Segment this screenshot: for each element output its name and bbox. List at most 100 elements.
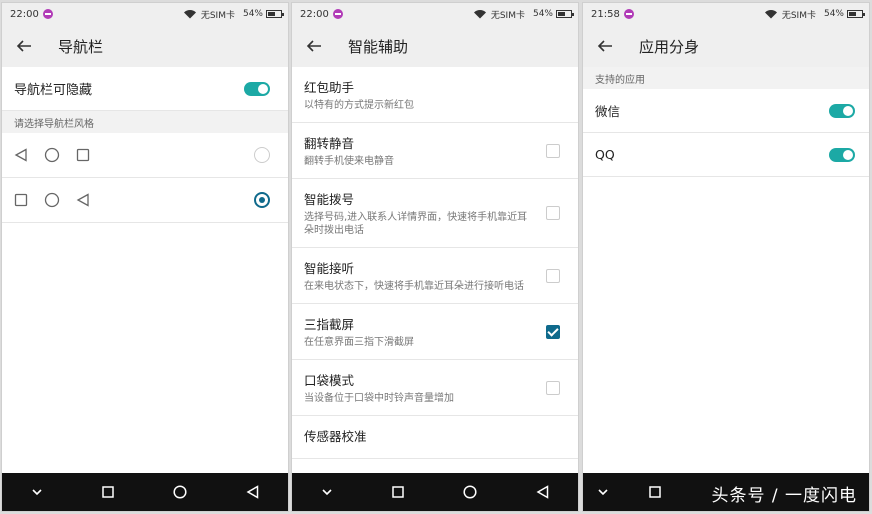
navbar-style-option-2[interactable] (2, 178, 288, 223)
battery-icon (556, 10, 574, 18)
settings-item-description: 当设备位于口袋中时铃声音量增加 (304, 393, 454, 404)
chevron-down-icon[interactable] (31, 486, 43, 498)
status-time: 22:00 (10, 8, 39, 20)
app-bar: 智能辅助 (292, 25, 578, 67)
home-button-icon[interactable] (463, 485, 477, 499)
chevron-down-icon[interactable] (597, 486, 609, 498)
settings-item-checkbox[interactable] (546, 143, 560, 158)
wifi-icon (764, 10, 777, 19)
recents-button-icon[interactable] (392, 486, 404, 498)
sim-status: 无SIM卡 (490, 10, 525, 21)
settings-item-checkbox[interactable] (546, 206, 560, 220)
watermark-text: 头条号 / 一度闪电 (711, 486, 857, 506)
settings-item-title: 智能接听 (304, 261, 355, 276)
settings-item[interactable]: 口袋模式当设备位于口袋中时铃声音量增加 (292, 360, 578, 416)
home-circle-icon (44, 192, 60, 208)
hide-navbar-toggle[interactable] (244, 81, 270, 96)
back-button-icon[interactable] (246, 485, 259, 499)
settings-item-texts: 智能接听在来电状态下，快速将手机靠近耳朵进行接听电话 (304, 258, 546, 293)
back-triangle-icon (76, 193, 89, 207)
page-title: 导航栏 (58, 37, 104, 56)
system-navbar (2, 473, 288, 511)
navbar-style-radio-2[interactable] (254, 192, 270, 208)
hide-navbar-label: 导航栏可隐藏 (14, 83, 93, 98)
page-title: 应用分身 (639, 37, 700, 56)
battery-icon (266, 10, 284, 18)
settings-item-description: 以特有的方式提示新红包 (304, 100, 414, 111)
settings-item-texts: 三指截屏 在任意界面三指下滑截屏 (304, 314, 546, 349)
back-button-icon[interactable] (536, 485, 549, 499)
back-arrow-icon[interactable] (597, 38, 613, 54)
battery-percent: 54% (532, 9, 553, 19)
settings-item-texts: 红包助手以特有的方式提示新红包 (304, 77, 566, 112)
recents-square-icon (14, 193, 28, 207)
notification-icon (623, 9, 634, 19)
clone-toggle-wechat[interactable] (829, 103, 855, 118)
battery-percent: 54% (823, 9, 844, 19)
screenshot-collage: 22:00 无SIM卡 54% 导航栏 导航栏可隐藏 请选择导航栏风格 22:0… (0, 0, 872, 514)
app-bar: 导航栏 (2, 25, 288, 67)
settings-item-title: 翻转静音 (304, 136, 355, 151)
settings-item-checkbox[interactable] (546, 324, 560, 339)
recents-button-icon[interactable] (649, 486, 661, 498)
settings-item-title: 智能拨号 (304, 192, 355, 207)
sim-status: 无SIM卡 (781, 10, 816, 21)
battery-percent: 54% (242, 9, 263, 19)
settings-item[interactable]: 三指截屏 在任意界面三指下滑截屏 (292, 304, 578, 360)
system-navbar: 头条号 / 一度闪电 (583, 473, 869, 511)
system-navbar (292, 473, 578, 511)
app-name: 微信 (595, 104, 621, 119)
sim-status: 无SIM卡 (200, 10, 235, 21)
settings-item-description: 在来电状态下，快速将手机靠近耳朵进行接听电话 (304, 281, 524, 292)
app-name: QQ (595, 147, 615, 162)
battery-icon (847, 10, 865, 18)
settings-list: 红包助手以特有的方式提示新红包翻转静音翻转手机使来电静音智能拨号选择号码,进入联… (292, 67, 578, 459)
settings-item-texts: 口袋模式当设备位于口袋中时铃声音量增加 (304, 370, 546, 405)
settings-item-texts: 智能拨号选择号码,进入联系人详情界面，快速将手机靠近耳朵时拨出电话 (304, 189, 546, 237)
section-header: 支持的应用 (583, 67, 869, 89)
settings-item[interactable]: 智能拨号选择号码,进入联系人详情界面，快速将手机靠近耳朵时拨出电话 (292, 179, 578, 248)
status-bar: 22:00 无SIM卡 54% (292, 3, 578, 25)
status-bar: 21:58 无SIM卡 54% (583, 3, 869, 25)
home-circle-icon (44, 147, 60, 163)
status-time: 21:58 (591, 8, 620, 20)
app-row-qq[interactable]: QQ (583, 133, 869, 177)
settings-item-texts: 传感器校准 (304, 426, 566, 448)
status-time: 22:00 (300, 8, 329, 20)
app-row-wechat[interactable]: 微信 (583, 89, 869, 133)
wifi-icon (473, 10, 486, 19)
navbar-style-option-1[interactable] (2, 133, 288, 178)
recents-square-icon (76, 148, 90, 162)
wifi-icon (183, 10, 196, 19)
phone-navbar-settings: 22:00 无SIM卡 54% 导航栏 导航栏可隐藏 请选择导航栏风格 (1, 2, 289, 512)
home-button-icon[interactable] (173, 485, 187, 499)
back-arrow-icon[interactable] (16, 38, 32, 54)
notification-icon (42, 9, 53, 19)
navbar-style-radio-1[interactable] (254, 147, 270, 163)
settings-item-checkbox[interactable] (546, 380, 560, 395)
settings-item-description: 在任意界面三指下滑截屏 (304, 337, 414, 348)
settings-item-checkbox[interactable] (546, 268, 560, 283)
notification-icon (332, 9, 343, 19)
phone-smart-assist: 22:00 无SIM卡 54% 智能辅助 红包助手以特有的方式提示新红包翻转静音… (291, 2, 579, 512)
app-bar: 应用分身 (583, 25, 869, 67)
settings-item-description: 选择号码,进入联系人详情界面，快速将手机靠近耳朵时拨出电话 (304, 212, 528, 236)
chevron-down-icon[interactable] (321, 486, 333, 498)
section-header: 请选择导航栏风格 (2, 111, 288, 133)
settings-item-title: 红包助手 (304, 80, 355, 95)
settings-item[interactable]: 智能接听在来电状态下，快速将手机靠近耳朵进行接听电话 (292, 248, 578, 304)
back-arrow-icon[interactable] (306, 38, 322, 54)
phone-app-clone: 21:58 无SIM卡 54% 应用分身 支持的应用 微信 QQ 头条号 / 一… (582, 2, 870, 512)
recents-button-icon[interactable] (102, 486, 114, 498)
settings-item-description: 翻转手机使来电静音 (304, 156, 394, 167)
settings-item-title: 口袋模式 (304, 373, 355, 388)
page-title: 智能辅助 (348, 37, 409, 56)
status-bar: 22:00 无SIM卡 54% (2, 3, 288, 25)
settings-item[interactable]: 传感器校准 (292, 416, 578, 459)
settings-item-texts: 翻转静音翻转手机使来电静音 (304, 133, 546, 168)
settings-item-title: 传感器校准 (304, 429, 367, 444)
settings-item[interactable]: 红包助手以特有的方式提示新红包 (292, 67, 578, 123)
clone-toggle-qq[interactable] (829, 147, 855, 162)
settings-item[interactable]: 翻转静音翻转手机使来电静音 (292, 123, 578, 179)
hide-navbar-row[interactable]: 导航栏可隐藏 (2, 67, 288, 111)
